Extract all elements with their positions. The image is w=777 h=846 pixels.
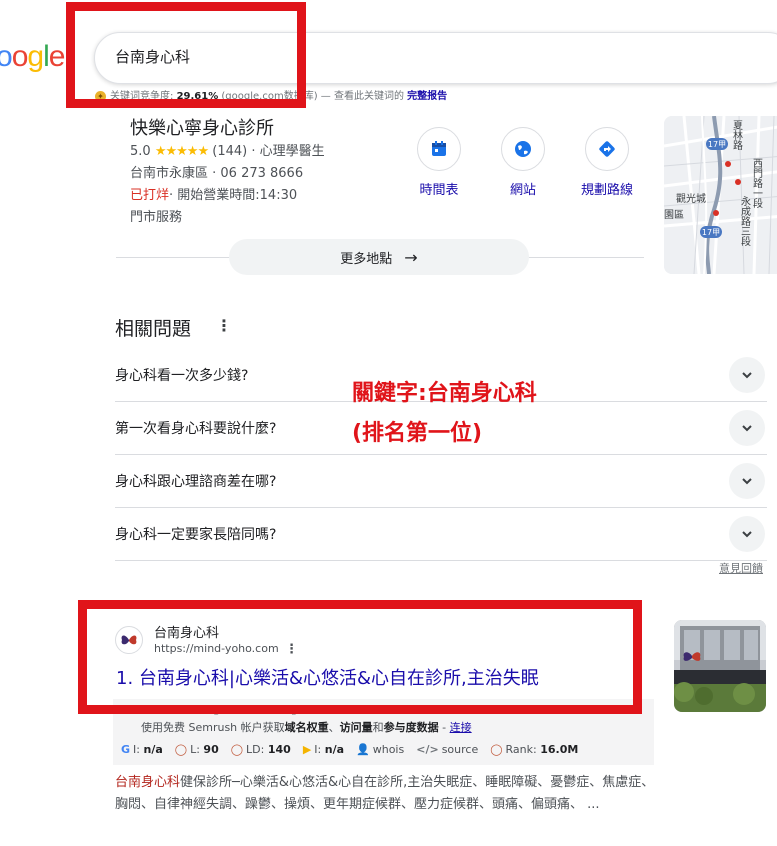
- kw-check-text: — 查看此关键词的: [320, 91, 404, 102]
- butterfly-icon[interactable]: [115, 626, 143, 654]
- snippet-highlight: 台南身心科: [115, 775, 181, 790]
- whois-link[interactable]: 👤 whois: [356, 743, 404, 756]
- promo-bold-2: 访问量: [339, 721, 373, 734]
- map-label-route-1: 17甲: [708, 140, 726, 149]
- calendar-icon: [417, 127, 461, 171]
- search-box[interactable]: [94, 32, 777, 84]
- review-count[interactable]: (144): [212, 144, 247, 159]
- more-places-label: 更多地點: [340, 251, 393, 267]
- google-g-icon: G: [121, 743, 131, 756]
- globe-icon: [501, 127, 545, 171]
- chevron-down-icon[interactable]: [729, 463, 765, 499]
- promo-bold-1: 域名权重: [284, 721, 329, 734]
- directions-button[interactable]: 規劃路線: [567, 127, 647, 198]
- result-thumbnail[interactable]: [674, 620, 766, 712]
- metric-rank[interactable]: ◯ Rank: 16.0M: [490, 743, 578, 756]
- business-status: 已打烊: [130, 188, 170, 203]
- result-url[interactable]: https://mind-yoho.com: [154, 642, 279, 655]
- feedback-link[interactable]: 意見回饋: [719, 560, 763, 576]
- promo-sep: 、: [328, 721, 340, 734]
- semrush-circle-icon: ◯: [490, 743, 503, 756]
- business-open-time: · 開始營業時間:14:30: [169, 188, 298, 203]
- semrush-bar: AS: 0 Visits: 0 Pages/Visit: 0 Avg. Visi…: [113, 699, 654, 765]
- schedule-label: 時間表: [419, 183, 459, 198]
- kw-percent: 29.61%: [176, 91, 219, 102]
- directions-icon: [585, 127, 629, 171]
- semrush-circle-icon: ◯: [174, 743, 188, 756]
- paa-question[interactable]: 身心科一定要家長陪同嗎?: [115, 524, 276, 544]
- semrush-top-metrics: AS: 0 Visits: 0 Pages/Visit: 0 Avg. Visi…: [121, 703, 427, 716]
- search-input[interactable]: [115, 47, 615, 65]
- promo-and: 和: [372, 721, 384, 734]
- highlight-box-result: [78, 600, 642, 714]
- source-link[interactable]: </> source: [416, 743, 478, 756]
- paa-question[interactable]: 身心科看一次多少錢?: [115, 365, 248, 385]
- paa-title: 相關問題: [115, 318, 192, 340]
- result-snippet: 台南身心科健保診所─心樂活&心悠活&心自在診所,主治失眠症、睡眠障礙、憂鬱症、焦…: [115, 772, 660, 816]
- map-label-yuanqu: 園區: [664, 209, 684, 221]
- business-rating: 5.0 ★★★★★ (144) · 心理學醫生: [130, 140, 325, 159]
- map-label-xialin: 夏林路: [731, 120, 743, 151]
- bing-icon: ▶: [302, 743, 312, 756]
- paa-divider: [115, 560, 767, 561]
- map-label-route-2: 17甲: [702, 228, 720, 237]
- result-site-name[interactable]: 台南身心科: [154, 622, 219, 641]
- metric-google-index[interactable]: G I: n/a: [121, 743, 163, 756]
- chevron-down-icon[interactable]: [729, 516, 765, 552]
- metric-links[interactable]: ◯ L: 90: [175, 743, 219, 756]
- code-icon: </>: [416, 743, 439, 756]
- snippet-text: 健保診所─心樂活&心悠活&心自在診所,主治失眠症、睡眠障礙、憂鬱症、焦慮症、胸悶…: [115, 775, 655, 812]
- map-label-guanguang: 觀光城: [676, 192, 706, 205]
- kw-source: (google.com数据库): [221, 91, 318, 102]
- paa-divider: [115, 507, 767, 508]
- semrush-promo: 使用免费 Semrush 帐户获取域名权重、访问量和参与度数据 - 连接: [141, 719, 472, 735]
- map-thumbnail[interactable]: 17甲 17甲 夏林路 西門路一段 觀光城 永成路三段 園區: [664, 116, 777, 274]
- business-name[interactable]: 快樂心寧身心診所: [130, 114, 274, 140]
- kw-label: 关键词竞争度:: [110, 91, 174, 102]
- result-more-icon[interactable]: ⋮: [285, 642, 298, 657]
- website-label: 網站: [509, 183, 536, 198]
- result-title-link[interactable]: 1. 台南身心科|心樂活&心悠活&心自在診所,主治失眠: [116, 664, 539, 690]
- business-service: 門市服務: [130, 210, 183, 225]
- schedule-button[interactable]: 時間表: [399, 127, 479, 198]
- metric-bing-index[interactable]: ▶ I: n/a: [303, 743, 344, 756]
- map-label-ximen: 西門路一段: [751, 158, 763, 209]
- google-logo[interactable]: oogle: [0, 40, 65, 74]
- business-address: 台南市永康區 · 06 273 8666: [130, 166, 304, 181]
- paa-question[interactable]: 第一次看身心科要說什麼?: [115, 418, 276, 438]
- directions-label: 規劃路線: [580, 183, 633, 198]
- chevron-down-icon[interactable]: [729, 357, 765, 393]
- annotation-line-1: 關鍵字:台南身心科: [352, 381, 537, 406]
- metric-linking-domains[interactable]: ◯ LD: 140: [231, 743, 291, 756]
- website-button[interactable]: 網站: [483, 127, 563, 198]
- more-options-icon[interactable]: ⋮: [216, 316, 232, 335]
- rating-stars: ★★★★★: [154, 144, 209, 159]
- promo-bold-3: 参与度数据: [383, 721, 439, 734]
- chevron-down-icon[interactable]: [729, 410, 765, 446]
- more-places-button[interactable]: 更多地點 →: [229, 239, 529, 275]
- keyword-competition-line: ✦ 关键词竞争度: 29.61% (google.com数据库) — 查看此关键词…: [95, 87, 447, 102]
- business-category: · 心理學醫生: [251, 144, 325, 159]
- semrush-metrics: G I: n/a ◯ L: 90 ◯ LD: 140 ▶ I: n/a 👤 whois <…: [121, 743, 578, 756]
- paa-question[interactable]: 身心科跟心理諮商差在哪?: [115, 471, 276, 491]
- kw-report-link[interactable]: 完整报告: [407, 91, 447, 102]
- semrush-icon: ✦: [95, 91, 106, 102]
- map-graphic: 17甲 17甲 夏林路 西門路一段 觀光城 永成路三段 園區: [664, 116, 777, 274]
- clinic-photo: [674, 620, 766, 712]
- annotation-line-2: (排名第一位): [352, 421, 483, 446]
- rating-value: 5.0: [130, 144, 151, 159]
- user-icon: 👤: [356, 743, 370, 756]
- promo-text: 使用免费 Semrush 帐户获取: [141, 721, 285, 734]
- promo-connect-link[interactable]: 连接: [450, 721, 472, 734]
- map-label-yongcheng: 永成路三段: [739, 195, 751, 247]
- promo-dash: -: [438, 721, 450, 734]
- ranking-annotation: 關鍵字:台南身心科 (排名第一位): [352, 374, 537, 454]
- business-hours: 已打烊· 開始營業時間:14:30: [130, 184, 297, 203]
- semrush-circle-icon: ◯: [230, 743, 244, 756]
- arrow-right-icon: →: [404, 247, 418, 267]
- paa-divider: [115, 454, 767, 455]
